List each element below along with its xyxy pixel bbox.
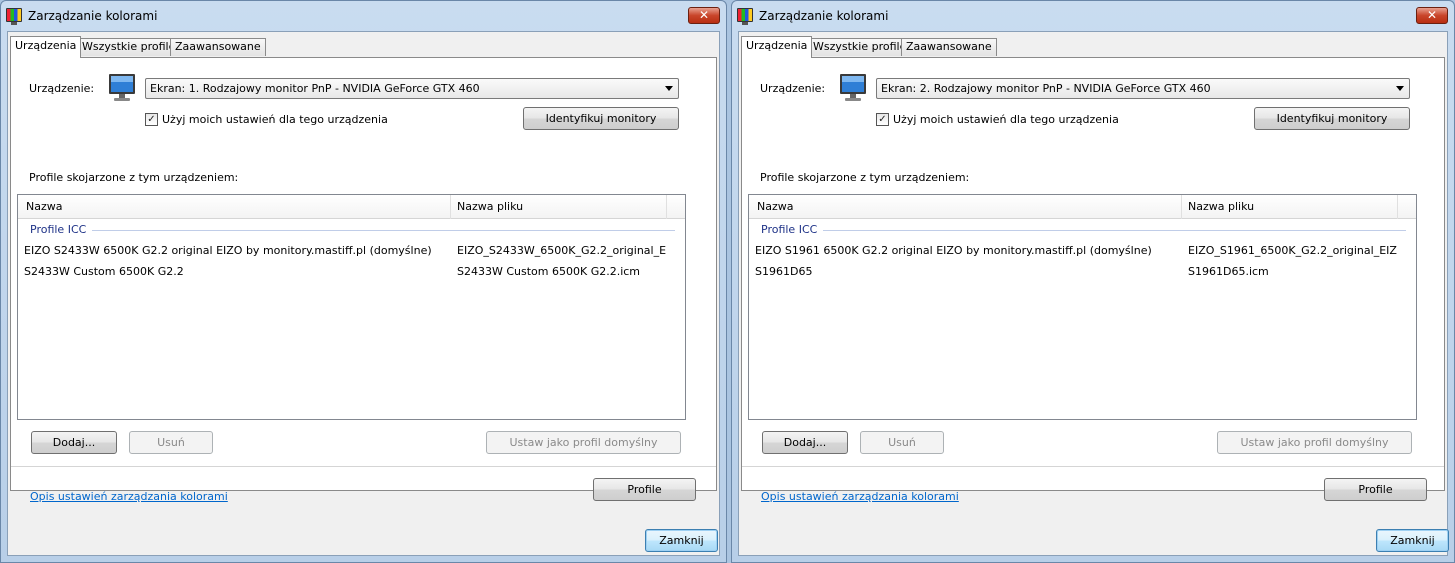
set-default-button[interactable]: Ustaw jako profil domyślny <box>486 431 681 454</box>
help-link[interactable]: Opis ustawień zarządzania kolorami <box>30 490 228 503</box>
identify-monitors-button[interactable]: Identyfikuj monitory <box>523 107 679 130</box>
chevron-down-icon <box>665 86 673 91</box>
row-2-name[interactable]: S2433W Custom 6500K G2.2 <box>24 265 444 278</box>
row-2-file[interactable]: S2433W Custom 6500K G2.2.icm <box>457 265 667 278</box>
group-icc-label: Profile ICC <box>761 223 818 236</box>
row-1-file[interactable]: EIZO_S2433W_6500K_G2.2_original_EI... <box>457 244 667 257</box>
tab-devices[interactable]: Urządzenia <box>10 36 82 58</box>
color-management-icon <box>737 8 753 25</box>
profiles-button[interactable]: Profile <box>593 478 696 501</box>
profiles-list[interactable]: Nazwa Nazwa pliku Profile ICC EIZO S2433… <box>17 194 686 420</box>
use-settings-label: Użyj moich ustawień dla tego urządzenia <box>893 113 1119 126</box>
color-management-window-2: Zarządzanie kolorami ✕ Urządzenia Wszyst… <box>731 0 1455 563</box>
window-body: Urządzenia Wszystkie profile Zaawansowan… <box>7 31 720 556</box>
close-dialog-button[interactable]: Zamknij <box>1376 529 1449 552</box>
remove-button[interactable]: Usuń <box>860 431 944 454</box>
row-1-name[interactable]: EIZO S1961 6500K G2.2 original EIZO by m… <box>755 244 1175 257</box>
devices-panel: Urządzenie: Ekran: 2. Rodzajowy monitor … <box>741 57 1445 491</box>
column-name[interactable]: Nazwa <box>757 200 793 213</box>
column-filename[interactable]: Nazwa pliku <box>457 200 523 213</box>
window-close-button[interactable]: ✕ <box>688 7 720 24</box>
profiles-list[interactable]: Nazwa Nazwa pliku Profile ICC EIZO S1961… <box>748 194 1417 420</box>
add-button[interactable]: Dodaj... <box>31 431 117 454</box>
window-body: Urządzenia Wszystkie profile Zaawansowan… <box>738 31 1449 556</box>
monitor-icon <box>840 74 866 101</box>
device-label: Urządzenie: <box>29 82 95 95</box>
use-settings-checkbox[interactable]: ✓ <box>145 113 158 126</box>
set-default-button[interactable]: Ustaw jako profil domyślny <box>1217 431 1412 454</box>
window-close-button[interactable]: ✕ <box>1416 7 1448 24</box>
tab-all-profiles[interactable]: Wszystkie profile <box>808 38 912 56</box>
remove-button[interactable]: Usuń <box>129 431 213 454</box>
profiles-label: Profile skojarzone z tym urządzeniem: <box>760 171 970 184</box>
window-title: Zarządzanie kolorami <box>28 9 158 23</box>
row-2-file[interactable]: S1961D65.icm <box>1188 265 1398 278</box>
device-label: Urządzenie: <box>760 82 826 95</box>
column-name[interactable]: Nazwa <box>26 200 62 213</box>
chevron-down-icon <box>1396 86 1404 91</box>
profiles-button[interactable]: Profile <box>1324 478 1427 501</box>
identify-monitors-button[interactable]: Identyfikuj monitory <box>1254 107 1410 130</box>
color-management-window-1: Zarządzanie kolorami ✕ Urządzenia Wszyst… <box>0 0 727 563</box>
tab-advanced[interactable]: Zaawansowane <box>170 38 266 56</box>
use-settings-checkbox[interactable]: ✓ <box>876 113 889 126</box>
group-icc-label: Profile ICC <box>30 223 87 236</box>
column-filename[interactable]: Nazwa pliku <box>1188 200 1254 213</box>
color-management-icon <box>6 8 22 25</box>
tab-all-profiles[interactable]: Wszystkie profile <box>77 38 181 56</box>
row-1-file[interactable]: EIZO_S1961_6500K_G2.2_original_EIZ... <box>1188 244 1398 257</box>
list-header: Nazwa Nazwa pliku <box>18 195 685 219</box>
list-header: Nazwa Nazwa pliku <box>749 195 1416 219</box>
device-select[interactable]: Ekran: 2. Rodzajowy monitor PnP - NVIDIA… <box>876 78 1410 99</box>
device-select[interactable]: Ekran: 1. Rodzajowy monitor PnP - NVIDIA… <box>145 78 679 99</box>
tab-devices[interactable]: Urządzenia <box>741 36 813 58</box>
device-select-value: Ekran: 2. Rodzajowy monitor PnP - NVIDIA… <box>881 82 1211 95</box>
devices-panel: Urządzenie: Ekran: 1. Rodzajowy monitor … <box>10 57 717 491</box>
device-select-value: Ekran: 1. Rodzajowy monitor PnP - NVIDIA… <box>150 82 480 95</box>
use-settings-label: Użyj moich ustawień dla tego urządzenia <box>162 113 388 126</box>
window-title: Zarządzanie kolorami <box>759 9 889 23</box>
help-link[interactable]: Opis ustawień zarządzania kolorami <box>761 490 959 503</box>
row-1-name[interactable]: EIZO S2433W 6500K G2.2 original EIZO by … <box>24 244 444 257</box>
close-dialog-button[interactable]: Zamknij <box>645 529 718 552</box>
title-bar[interactable]: Zarządzanie kolorami ✕ <box>732 1 1454 31</box>
monitor-icon <box>109 74 135 101</box>
row-2-name[interactable]: S1961D65 <box>755 265 1175 278</box>
tab-advanced[interactable]: Zaawansowane <box>901 38 997 56</box>
add-button[interactable]: Dodaj... <box>762 431 848 454</box>
title-bar[interactable]: Zarządzanie kolorami ✕ <box>1 1 726 31</box>
profiles-label: Profile skojarzone z tym urządzeniem: <box>29 171 239 184</box>
